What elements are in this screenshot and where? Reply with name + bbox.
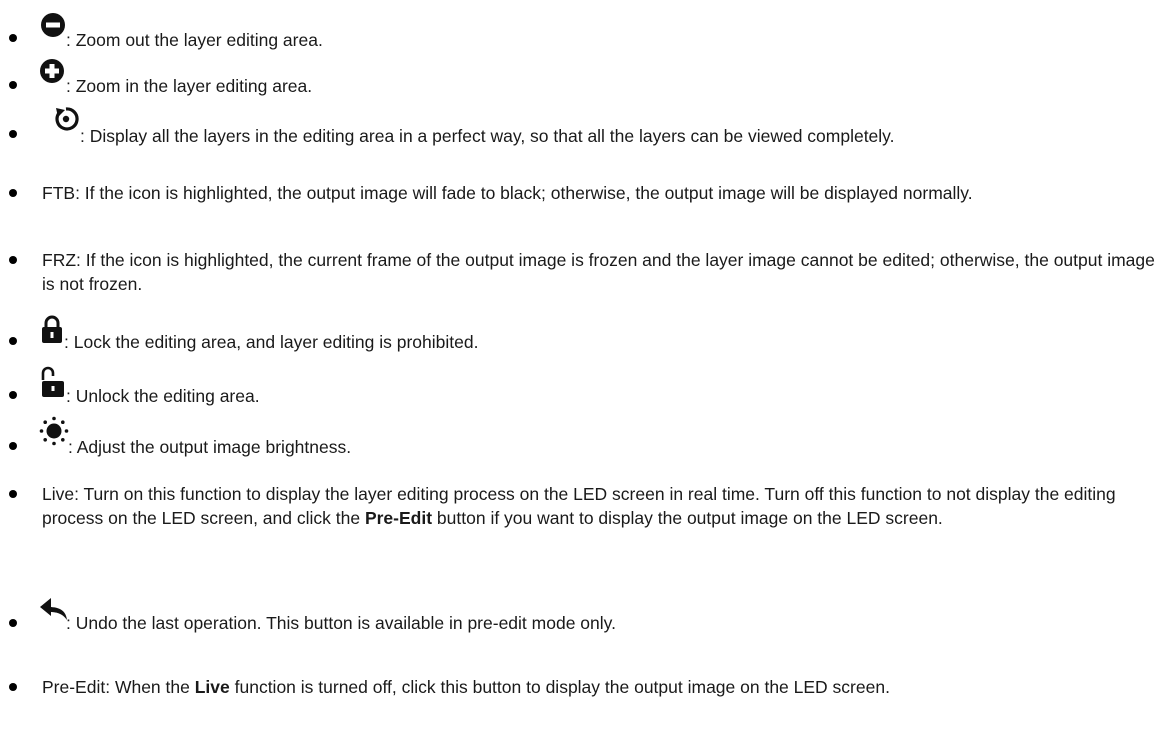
zoom-in-icon xyxy=(39,58,65,84)
term-description-cont: button if you want to display the output… xyxy=(432,508,943,528)
zoom-out-icon xyxy=(40,12,66,38)
list-item-text: : Lock the editing area, and layer editi… xyxy=(64,332,479,352)
list-item-text: Live: Turn on this function to display t… xyxy=(42,482,1166,530)
term-label: FRZ xyxy=(42,250,77,270)
bullet xyxy=(9,130,17,138)
list-item-text: FTB: If the icon is highlighted, the out… xyxy=(42,181,1166,205)
bullet xyxy=(9,490,17,498)
term-description-cont: function is turned off, click this butto… xyxy=(229,677,890,697)
bullet xyxy=(9,337,17,345)
bullet xyxy=(9,391,17,399)
list-item-text: : Zoom out the layer editing area. xyxy=(66,30,323,50)
brightness-icon xyxy=(39,416,69,446)
term-label: Live xyxy=(42,484,75,504)
bullet xyxy=(9,34,17,42)
list-item-text: Pre-Edit: When the Live function is turn… xyxy=(42,675,1166,699)
list-item-text: : Unlock the editing area. xyxy=(66,386,260,406)
list-item-text: FRZ: If the icon is highlighted, the cur… xyxy=(42,248,1166,296)
bullet xyxy=(9,683,17,691)
bullet xyxy=(9,256,17,264)
list-item-text: : Zoom in the layer editing area. xyxy=(66,76,313,96)
undo-icon xyxy=(40,598,68,622)
term-description: : When the xyxy=(105,677,195,697)
bullet xyxy=(9,619,17,627)
unlock-icon xyxy=(39,366,67,398)
bullet xyxy=(9,81,17,89)
bullet xyxy=(9,189,17,197)
bold-term: Live xyxy=(194,677,230,697)
bold-term: Pre-Edit xyxy=(364,508,433,528)
list-item-text: : Display all the layers in the editing … xyxy=(80,126,895,146)
term-label: Pre-Edit xyxy=(42,677,106,697)
term-label: FTB xyxy=(42,183,76,203)
list-item-text: : Undo the last operation. This button i… xyxy=(66,613,616,633)
term-description: : If the icon is highlighted, the output… xyxy=(75,183,973,203)
bullet xyxy=(9,442,17,450)
term-description: : If the icon is highlighted, the curren… xyxy=(42,250,1155,294)
list-item-text: : Adjust the output image brightness. xyxy=(68,437,352,457)
lock-icon xyxy=(40,314,64,344)
